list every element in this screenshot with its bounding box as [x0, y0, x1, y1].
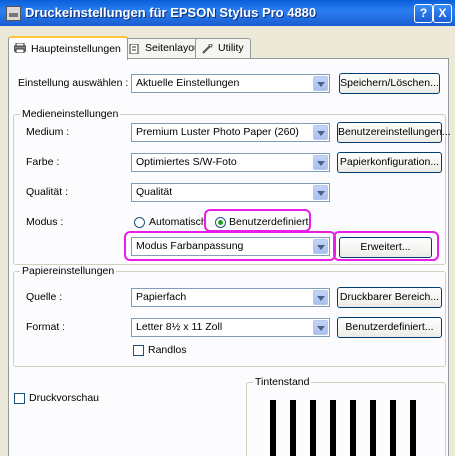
borderless-checkbox[interactable]: [133, 345, 144, 356]
ink-bar: [290, 400, 296, 456]
close-button[interactable]: X: [433, 4, 452, 23]
source-select[interactable]: Papierfach: [131, 288, 330, 307]
print-settings-window: Druckeinstellungen für EPSON Stylus Pro …: [0, 0, 455, 456]
ink-bar: [330, 400, 336, 456]
chevron-down-icon: [313, 185, 328, 200]
setting-label: Einstellung auswählen :: [18, 77, 129, 89]
color-select[interactable]: Optimiertes S/W-Foto: [131, 153, 330, 172]
tab-utility[interactable]: Utility: [195, 38, 251, 58]
ink-level-bars: [270, 400, 420, 456]
printable-area-button[interactable]: Druckbarer Bereich...: [337, 287, 442, 308]
print-preview-label[interactable]: Druckvorschau: [29, 392, 99, 404]
page-icon: [129, 44, 139, 54]
save-delete-button[interactable]: Speichern/Löschen...: [339, 73, 440, 94]
main-settings-panel: Einstellung auswählen : Aktuelle Einstel…: [8, 58, 451, 456]
media-settings-title: Medieneinstellungen: [20, 108, 121, 120]
chevron-down-icon: [313, 320, 328, 335]
source-select-value: Papierfach: [136, 291, 187, 303]
quality-select[interactable]: Qualität: [131, 183, 330, 202]
color-select-value: Optimiertes S/W-Foto: [136, 156, 237, 168]
ink-bar: [370, 400, 376, 456]
chevron-down-icon: [313, 125, 328, 140]
setting-select-value: Aktuelle Einstellungen: [136, 77, 240, 89]
source-label: Quelle :: [26, 291, 63, 303]
format-select[interactable]: Letter 8½ x 11 Zoll: [131, 318, 330, 337]
paper-settings-title: Papiereinstellungen: [20, 265, 117, 277]
printer-app-icon: [6, 6, 21, 21]
print-preview-checkbox[interactable]: [14, 393, 25, 404]
format-select-value: Letter 8½ x 11 Zoll: [136, 321, 223, 333]
tab-label: Haupteinstellungen: [31, 43, 121, 55]
medium-label: Medium :: [26, 126, 70, 138]
quality-label: Qualität :: [26, 186, 69, 198]
chevron-down-icon: [313, 290, 328, 305]
tab-label: Utility: [218, 42, 244, 54]
highlight-advanced-button: [333, 231, 439, 261]
paper-config-button[interactable]: Papierkonfiguration...: [337, 152, 442, 173]
wrench-icon: [202, 44, 213, 54]
highlight-mode-custom: [204, 209, 311, 232]
color-label: Farbe :: [26, 156, 60, 168]
ink-bar: [410, 400, 416, 456]
ink-bar: [350, 400, 356, 456]
printer-icon: [14, 43, 26, 53]
mode-label: Modus :: [26, 216, 64, 228]
quality-select-value: Qualität: [136, 186, 173, 198]
tab-main-settings[interactable]: Haupteinstellungen: [8, 36, 128, 60]
format-label: Format :: [26, 321, 66, 333]
mode-auto-radio[interactable]: [134, 217, 145, 228]
ink-bar: [390, 400, 396, 456]
chevron-down-icon: [313, 76, 328, 91]
mode-auto-label[interactable]: Automatisch: [149, 216, 207, 228]
title-bar: Druckeinstellungen für EPSON Stylus Pro …: [0, 0, 455, 26]
borderless-label[interactable]: Randlos: [148, 344, 187, 356]
window-title: Druckeinstellungen für EPSON Stylus Pro …: [25, 5, 317, 20]
help-button[interactable]: ?: [414, 4, 433, 23]
highlight-mode-select: [124, 231, 336, 261]
ink-bar: [310, 400, 316, 456]
custom-settings-button[interactable]: Benutzereinstellungen...: [337, 122, 451, 143]
ink-level-title: Tintenstand: [253, 376, 312, 388]
chevron-down-icon: [313, 155, 328, 170]
setting-select[interactable]: Aktuelle Einstellungen: [131, 74, 330, 93]
custom-format-button[interactable]: Benutzerdefiniert...: [337, 317, 442, 338]
ink-bar: [270, 400, 276, 456]
medium-select-value: Premium Luster Photo Paper (260): [136, 126, 299, 138]
medium-select[interactable]: Premium Luster Photo Paper (260): [131, 123, 330, 142]
